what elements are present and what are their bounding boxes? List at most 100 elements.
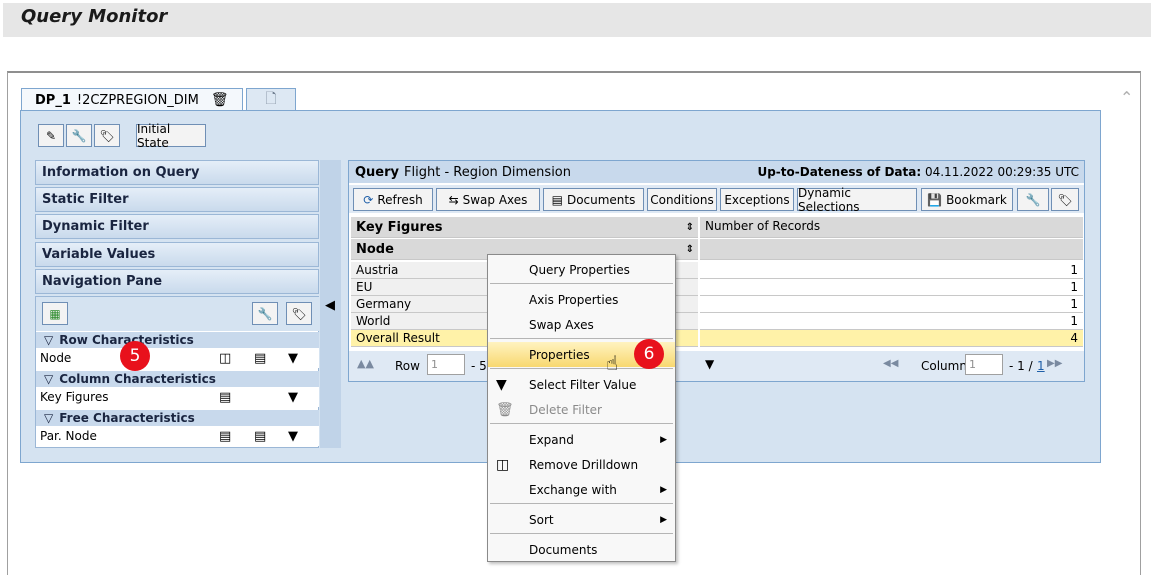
tag-icon: 🏷 [1057, 192, 1073, 207]
triangle-down-icon: ▽ [44, 333, 54, 347]
nav-settings-button[interactable]: 🔧 [252, 302, 278, 325]
query-name: Flight - Region Dimension [404, 164, 571, 180]
sort-icon[interactable]: ⇕ [686, 244, 694, 255]
collapse-pane-icon[interactable]: ◀ [325, 298, 335, 313]
wrench-icon: 🔧 [257, 306, 273, 321]
key-figures-header[interactable]: Key Figures ⇕ [351, 217, 698, 238]
first-page-icon[interactable]: ▲▲ [357, 357, 374, 370]
navigation-pane: ▦ 🔧 🏷 ▽ Row Characteristics Node ◫ ▤ ▼ ▽ C… [35, 296, 319, 448]
step-badge-6: 6 [634, 339, 664, 369]
submenu-arrow-icon: ▶ [660, 434, 667, 445]
tab-dp1[interactable]: DP_1 !2CZPREGION_DIM 🗑 [21, 88, 243, 111]
tag-button[interactable]: 🏷 [94, 124, 120, 147]
page-title: Query Monitor [21, 6, 168, 27]
menu-item-query-properties[interactable]: Query Properties [488, 257, 675, 282]
initial-state-button[interactable]: Initial State [136, 122, 206, 150]
filter-icon[interactable]: ▼ [288, 390, 298, 405]
query-settings-button[interactable]: 🔧 [1017, 188, 1049, 211]
menu-item-swap-axes[interactable]: Swap Axes [488, 312, 675, 337]
table-row-value: 1 [700, 296, 1083, 313]
dynamic-selections-button[interactable]: Dynamic Selections [797, 186, 917, 214]
free-characteristics-header[interactable]: ▽ Free Characteristics [36, 410, 319, 426]
swap-axes-icon: ⇆ [448, 192, 459, 207]
query-pane: Query Flight - Region Dimension Up-to-Da… [348, 160, 1085, 382]
nav-tag-button[interactable]: 🏷 [286, 302, 312, 325]
next-column-icon[interactable]: ▶▶ [1047, 358, 1062, 369]
nav-variable-values[interactable]: Variable Values [35, 242, 319, 267]
triangle-down-icon: ▽ [44, 372, 54, 386]
menu-item-select-filter-value[interactable]: ▼ Select Filter Value [488, 372, 675, 397]
wrench-icon: 🔧 [71, 128, 87, 143]
edit-button[interactable]: ✎ [38, 124, 64, 147]
table-row-value: 1 [700, 262, 1083, 279]
tab-label: DP_1 [35, 92, 71, 108]
conditions-button[interactable]: Conditions [647, 188, 717, 211]
row-characteristics-header[interactable]: ▽ Row Characteristics [36, 332, 319, 348]
menu-item-exchange-with[interactable]: Exchange with ▶ [488, 477, 675, 502]
tag-icon: 🏷 [291, 306, 307, 321]
refresh-icon: ⟳ [363, 192, 374, 207]
table-row-value: 4 [700, 330, 1083, 347]
submenu-arrow-icon: ▶ [660, 484, 667, 495]
new-document-icon: 🗋 [265, 91, 277, 107]
drilldown-icon[interactable]: ▤ [219, 429, 231, 444]
drilldown-icon[interactable]: ◫ [219, 351, 231, 366]
drilldown-icon[interactable]: ▤ [219, 390, 231, 405]
menu-separator [490, 533, 673, 534]
expand-down-icon[interactable]: ▼ [705, 357, 714, 371]
new-tab-button[interactable]: 🗋 [246, 88, 296, 111]
menu-item-documents[interactable]: Documents [488, 537, 675, 562]
query-tag-button[interactable]: 🏷 [1051, 188, 1079, 211]
table-layout-button[interactable]: ▦ [42, 302, 68, 325]
triangle-down-icon: ▽ [44, 411, 54, 425]
refresh-button[interactable]: ⟳ Refresh [353, 188, 433, 211]
exceptions-button[interactable]: Exceptions [720, 188, 794, 211]
trash-icon: 🗑 [496, 401, 514, 418]
column-total-link[interactable]: 1 [1037, 359, 1045, 373]
filter-icon[interactable]: ▼ [288, 351, 298, 366]
nav-dynamic-filter[interactable]: Dynamic Filter [35, 214, 319, 239]
column-input[interactable]: 1 [965, 354, 1003, 375]
table-row-value: 1 [700, 313, 1083, 330]
menu-separator [490, 503, 673, 504]
swap-icon[interactable]: ▤ [254, 429, 266, 444]
column-characteristics-header[interactable]: ▽ Column Characteristics [36, 371, 319, 387]
menu-separator [490, 283, 673, 284]
context-menu: Query Properties Axis Properties Swap Ax… [487, 254, 676, 562]
save-icon: 💾 [927, 192, 943, 207]
swap-icon[interactable]: ▤ [254, 351, 266, 366]
sort-icon[interactable]: ⇕ [686, 222, 694, 233]
row-input[interactable]: 1 [427, 354, 465, 375]
filter-icon: ▼ [496, 376, 507, 393]
menu-item-sort[interactable]: Sort ▶ [488, 507, 675, 532]
nav-static-filter[interactable]: Static Filter [35, 187, 319, 212]
filter-icon[interactable]: ▼ [288, 429, 298, 444]
menu-item-expand[interactable]: Expand ▶ [488, 427, 675, 452]
menu-item-delete-filter: 🗑 Delete Filter [496, 401, 602, 418]
menu-item-remove-drilldown[interactable]: ◫ Remove Drilldown [488, 452, 675, 477]
settings-button[interactable]: 🔧 [66, 124, 92, 147]
scroll-up-icon[interactable]: ⌃ [1120, 88, 1133, 107]
nav-pane-toolbar: ▦ 🔧 🏷 [36, 297, 319, 331]
trash-icon[interactable]: 🗑 [211, 92, 229, 108]
documents-icon: ▤ [551, 192, 563, 207]
prev-column-icon[interactable]: ◀◀ [883, 358, 898, 369]
edit-icon: ✎ [45, 128, 57, 143]
measure-header: Number of Records [700, 217, 1083, 238]
bookmark-button[interactable]: 💾 Bookmark [921, 188, 1013, 211]
characteristic-row-key-figures[interactable]: Key Figures ▤ ▼ [36, 387, 319, 407]
swap-axes-button[interactable]: ⇆ Swap Axes [436, 188, 540, 211]
wrench-icon: 🔧 [1025, 192, 1041, 207]
uptodate-info: Up-to-Dateness of Data: 04.11.2022 00:29… [757, 165, 1079, 179]
measure-subheader [700, 239, 1083, 260]
documents-button[interactable]: ▤ Documents [543, 188, 644, 211]
nav-information-on-query[interactable]: Information on Query [35, 160, 319, 185]
drilldown-icon: ◫ [496, 456, 510, 473]
characteristic-row-par-node[interactable]: Par. Node ▤ ▤ ▼ [36, 426, 319, 446]
table-row-value: 1 [700, 279, 1083, 296]
query-toolbar: ⟳ Refresh ⇆ Swap Axes ▤ Documents Condition… [349, 185, 1084, 214]
tab-sublabel: !2CZPREGION_DIM [76, 92, 199, 108]
nav-navigation-pane[interactable]: Navigation Pane [35, 269, 319, 294]
characteristic-row-node[interactable]: Node ◫ ▤ ▼ [36, 348, 319, 368]
menu-item-axis-properties[interactable]: Axis Properties [488, 287, 675, 312]
